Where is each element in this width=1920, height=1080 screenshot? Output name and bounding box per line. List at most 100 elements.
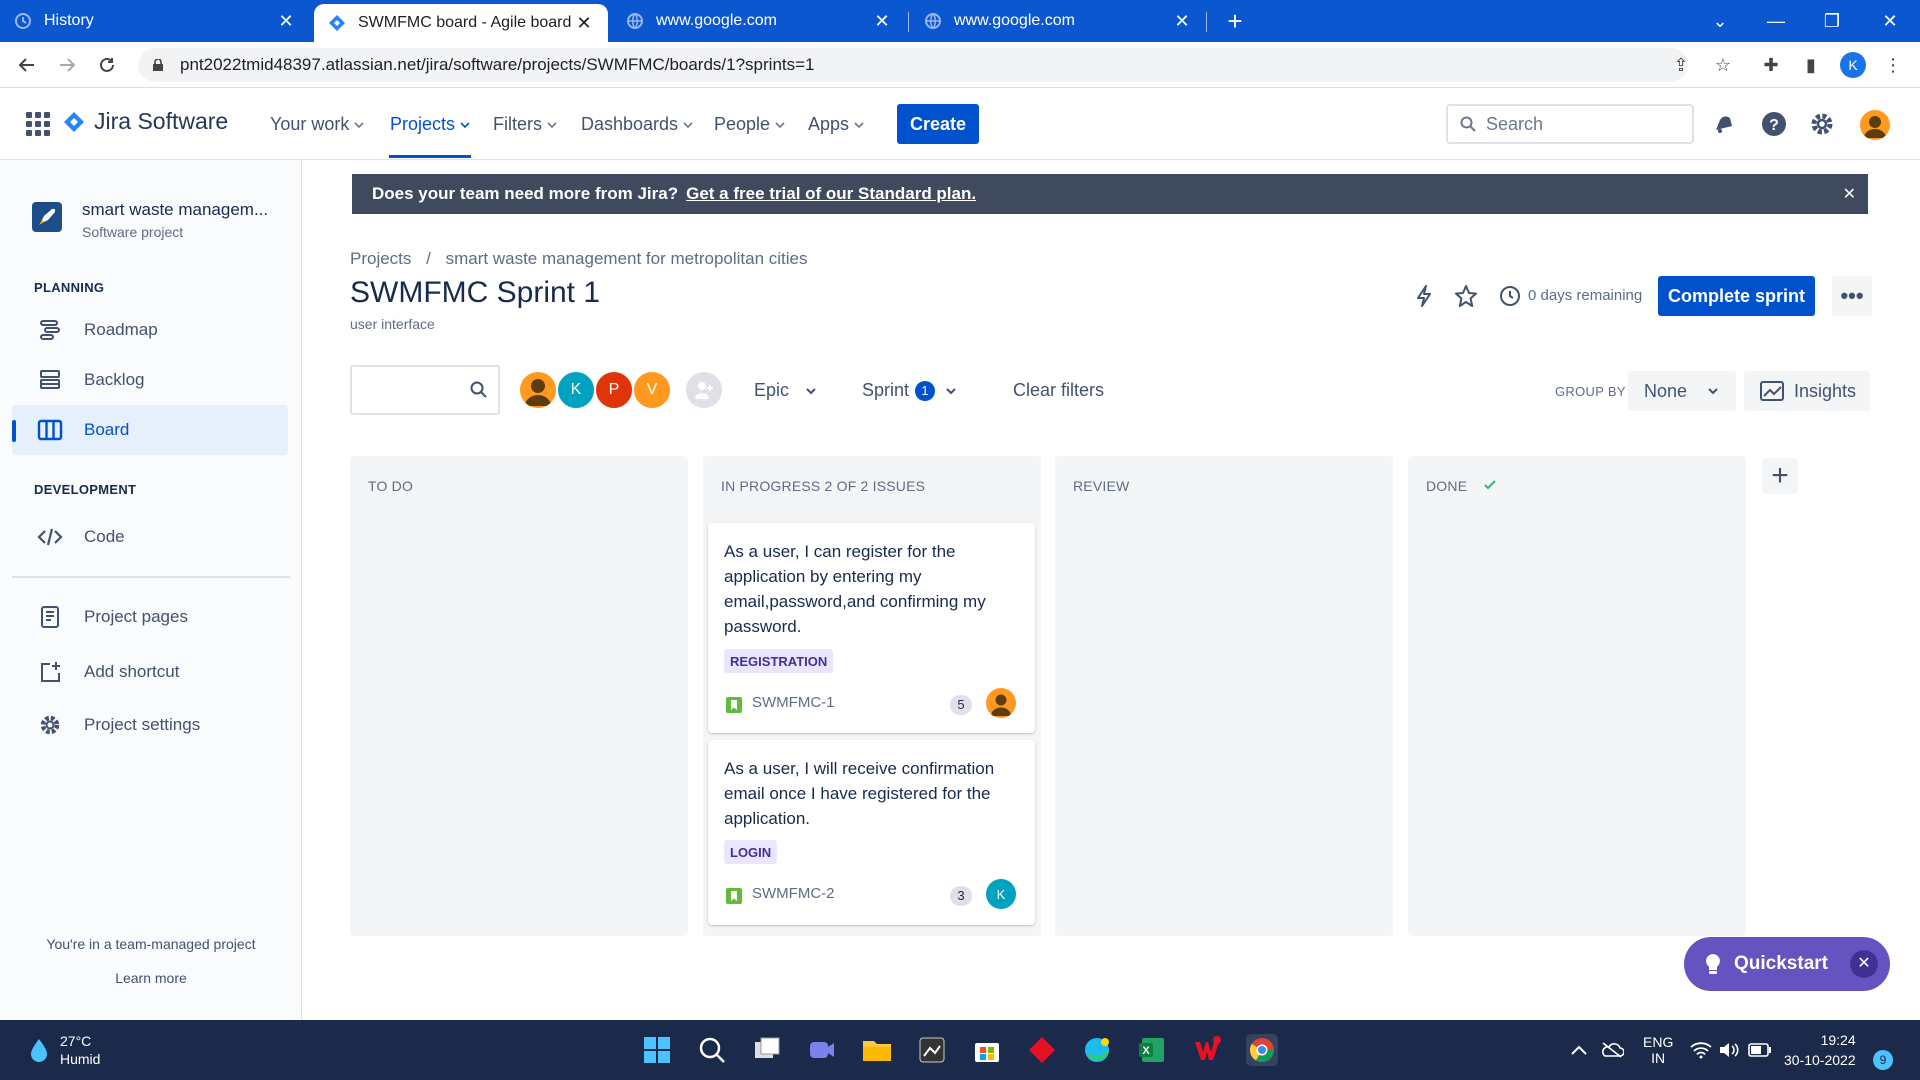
app-switcher-icon[interactable] (26, 112, 50, 136)
language-indicator[interactable]: ENG IN (1643, 1020, 1673, 1080)
chrome-icon[interactable] (1246, 1034, 1278, 1066)
avatar-filter-user[interactable] (518, 370, 558, 410)
breadcrumb-project[interactable]: smart waste management for metropolitan … (446, 249, 808, 268)
clock-icon (1496, 282, 1524, 310)
board-search-input[interactable] (350, 365, 500, 415)
sidebar-item-code[interactable]: Code (12, 512, 288, 562)
sprint-filter[interactable]: Sprint 1 (862, 380, 957, 401)
show-hidden-icons[interactable] (1570, 1020, 1588, 1080)
nav-filters[interactable]: Filters (493, 114, 557, 135)
forward-button[interactable] (52, 50, 82, 80)
system-clock[interactable]: 19:24 30-10-2022 (1784, 1030, 1856, 1070)
star-icon[interactable] (1452, 282, 1480, 310)
sidebar-item-project-pages[interactable]: Project pages (12, 592, 288, 642)
edge-browser-icon[interactable] (1081, 1034, 1113, 1066)
excel-icon[interactable]: X (1136, 1034, 1168, 1066)
backlog-icon (36, 366, 64, 394)
close-tab-icon[interactable]: ✕ (574, 13, 594, 34)
project-name[interactable]: smart waste managem... (82, 200, 268, 220)
task-view-icon[interactable] (751, 1034, 783, 1066)
add-column-button[interactable]: + (1762, 458, 1798, 494)
notification-count-badge[interactable]: 9 (1873, 1050, 1893, 1070)
close-tab-icon[interactable]: ✕ (276, 11, 296, 32)
notifications-bell-icon[interactable] (1710, 110, 1738, 138)
tab-history[interactable]: History ✕ (0, 0, 310, 42)
close-icon[interactable]: ✕ (1850, 950, 1878, 978)
assignee-avatar[interactable] (986, 688, 1016, 718)
automation-lightning-icon[interactable] (1410, 282, 1438, 310)
quickstart-button[interactable]: Quickstart ✕ (1684, 937, 1890, 991)
nav-apps[interactable]: Apps (808, 114, 864, 135)
avatar-filter-v[interactable]: V (632, 370, 672, 410)
side-panel-icon[interactable]: ▮ (1798, 52, 1824, 78)
clear-filters-button[interactable]: Clear filters (1013, 380, 1104, 401)
settings-gear-icon[interactable] (1808, 110, 1836, 138)
issue-card[interactable]: As a user, I will receive confirmation e… (708, 740, 1035, 925)
file-explorer-icon[interactable] (861, 1034, 893, 1066)
tab-google-1[interactable]: www.google.com ✕ (612, 0, 906, 42)
battery-icon[interactable] (1748, 1020, 1772, 1080)
group-by-select[interactable]: None (1628, 371, 1736, 411)
issue-card[interactable]: As a user, I can register for the applic… (708, 523, 1035, 733)
sidebar-item-backlog[interactable]: Backlog (12, 355, 288, 405)
url-field[interactable]: pnt2022tmid48397.atlassian.net/jira/soft… (138, 48, 1688, 82)
restore-button[interactable]: ❐ (1804, 0, 1860, 42)
new-tab-button[interactable]: + (1220, 6, 1250, 36)
search-icon[interactable] (696, 1034, 728, 1066)
sidebar-item-add-shortcut[interactable]: Add shortcut (12, 647, 288, 697)
star-bookmark-icon[interactable]: ☆ (1710, 52, 1736, 78)
insights-button[interactable]: Insights (1744, 371, 1870, 411)
column-todo: TO DO (350, 456, 688, 936)
avatar-filter-k[interactable]: K (556, 370, 596, 410)
epic-filter[interactable]: Epic (754, 380, 817, 401)
extensions-puzzle-icon[interactable]: ✚ (1758, 52, 1784, 78)
browser-profile-avatar[interactable]: K (1840, 52, 1866, 78)
red-diamond-app-icon[interactable] (1026, 1034, 1058, 1066)
onedrive-offline-icon[interactable] (1600, 1020, 1624, 1080)
tab-google-2[interactable]: www.google.com ✕ (910, 0, 1206, 42)
windows-start-icon[interactable] (641, 1034, 673, 1066)
close-icon[interactable]: ✕ (1843, 184, 1856, 204)
rocket-icon (32, 202, 62, 232)
volume-icon[interactable] (1718, 1020, 1740, 1080)
share-icon[interactable]: ⇪ (1668, 52, 1694, 78)
more-actions-button[interactable]: ••• (1832, 276, 1872, 316)
tab-swmfmc-board[interactable]: SWMFMC board - Agile board - J ✕ (314, 4, 608, 42)
breadcrumb-projects[interactable]: Projects (350, 249, 411, 268)
nav-your-work[interactable]: Your work (270, 114, 364, 135)
close-window-button[interactable]: ✕ (1862, 0, 1918, 42)
jira-logo[interactable]: Jira Software (64, 108, 228, 135)
wps-office-icon[interactable] (1191, 1034, 1223, 1066)
arrow-right-icon (60, 58, 76, 72)
minimize-button[interactable]: — (1748, 0, 1804, 42)
jira-search-input[interactable]: Search (1446, 104, 1694, 144)
nav-projects[interactable]: Projects (390, 114, 470, 135)
learn-more-link[interactable]: Learn more (0, 970, 302, 986)
sidebar-item-board[interactable]: Board (12, 405, 288, 455)
assignee-avatar[interactable]: K (986, 879, 1016, 909)
create-button[interactable]: Create (897, 104, 979, 144)
sidebar-item-roadmap[interactable]: Roadmap (12, 305, 288, 355)
group-by-label: GROUP BY (1555, 384, 1626, 399)
browser-menu-icon[interactable]: ⋮ (1880, 52, 1906, 78)
planning-heading: PLANNING (34, 280, 105, 295)
avatar-filter-p[interactable]: P (594, 370, 634, 410)
wifi-icon[interactable] (1690, 1020, 1712, 1080)
close-tab-icon[interactable]: ✕ (1172, 11, 1192, 32)
teams-chat-icon[interactable] (806, 1034, 838, 1066)
nav-people[interactable]: People (714, 114, 785, 135)
back-button[interactable] (12, 50, 42, 80)
microsoft-store-icon[interactable] (971, 1034, 1003, 1066)
user-avatar[interactable] (1860, 110, 1890, 140)
help-icon[interactable]: ? (1760, 110, 1788, 138)
sidebar-item-project-settings[interactable]: Project settings (12, 700, 288, 750)
weather-widget[interactable]: 27°C Humid (28, 1032, 100, 1068)
add-people-icon[interactable] (684, 370, 724, 410)
complete-sprint-button[interactable]: Complete sprint (1658, 276, 1815, 316)
close-tab-icon[interactable]: ✕ (872, 11, 892, 32)
banner-link[interactable]: Get a free trial of our Standard plan. (686, 184, 976, 204)
reload-button[interactable] (92, 50, 122, 80)
tab-search-chevron-icon[interactable]: ⌄ (1692, 0, 1748, 42)
photos-app-icon[interactable] (916, 1034, 948, 1066)
nav-dashboards[interactable]: Dashboards (581, 114, 693, 135)
